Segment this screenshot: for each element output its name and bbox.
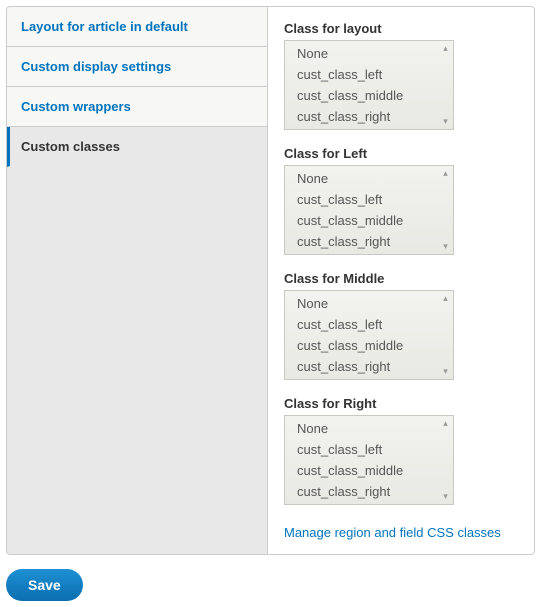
field-class-for-layout: Class for layout ▴ None cust_class_left … <box>284 21 518 130</box>
field-label: Class for Left <box>284 146 518 161</box>
tab-content: Class for layout ▴ None cust_class_left … <box>267 7 534 554</box>
field-label: Class for layout <box>284 21 518 36</box>
save-button[interactable]: Save <box>6 569 83 601</box>
scroll-down-icon[interactable]: ▾ <box>441 117 450 126</box>
listbox-class-for-left[interactable]: ▴ None cust_class_left cust_class_middle… <box>284 165 454 255</box>
scroll-up-icon[interactable]: ▴ <box>441 294 450 303</box>
list-item[interactable]: cust_class_right <box>287 106 451 127</box>
tab-custom-classes[interactable]: Custom classes <box>7 127 267 167</box>
list-item[interactable]: cust_class_middle <box>287 460 451 481</box>
scroll-down-icon[interactable]: ▾ <box>441 367 450 376</box>
tab-label: Layout for article in default <box>21 19 188 34</box>
listbox-class-for-layout[interactable]: ▴ None cust_class_left cust_class_middle… <box>284 40 454 130</box>
field-label: Class for Right <box>284 396 518 411</box>
manage-css-classes-link[interactable]: Manage region and field CSS classes <box>284 525 501 540</box>
field-label: Class for Middle <box>284 271 518 286</box>
list-item[interactable]: cust_class_middle <box>287 85 451 106</box>
list-item[interactable]: cust_class_right <box>287 481 451 502</box>
list-item[interactable]: cust_class_left <box>287 439 451 460</box>
scroll-up-icon[interactable]: ▴ <box>441 44 450 53</box>
listbox-options: None cust_class_left cust_class_middle c… <box>285 291 453 379</box>
list-item[interactable]: None <box>287 168 451 189</box>
tab-custom-wrappers[interactable]: Custom wrappers <box>7 87 267 127</box>
scroll-down-icon[interactable]: ▾ <box>441 242 450 251</box>
listbox-class-for-right[interactable]: ▴ None cust_class_left cust_class_middle… <box>284 415 454 505</box>
tab-custom-display-settings[interactable]: Custom display settings <box>7 47 267 87</box>
list-item[interactable]: cust_class_left <box>287 189 451 210</box>
list-item[interactable]: cust_class_right <box>287 231 451 252</box>
field-class-for-left: Class for Left ▴ None cust_class_left cu… <box>284 146 518 255</box>
list-item[interactable]: None <box>287 43 451 64</box>
listbox-options: None cust_class_left cust_class_middle c… <box>285 416 453 504</box>
vertical-tabs: Layout for article in default Custom dis… <box>7 7 267 554</box>
field-class-for-right: Class for Right ▴ None cust_class_left c… <box>284 396 518 505</box>
listbox-options: None cust_class_left cust_class_middle c… <box>285 166 453 254</box>
scroll-up-icon[interactable]: ▴ <box>441 169 450 178</box>
list-item[interactable]: None <box>287 418 451 439</box>
scroll-up-icon[interactable]: ▴ <box>441 419 450 428</box>
list-item[interactable]: None <box>287 293 451 314</box>
list-item[interactable]: cust_class_middle <box>287 335 451 356</box>
tab-label: Custom wrappers <box>21 99 131 114</box>
tab-label: Custom classes <box>21 139 120 154</box>
list-item[interactable]: cust_class_middle <box>287 210 451 231</box>
tab-layout-article[interactable]: Layout for article in default <box>7 7 267 47</box>
settings-panel: Layout for article in default Custom dis… <box>6 6 535 555</box>
list-item[interactable]: cust_class_right <box>287 356 451 377</box>
list-item[interactable]: cust_class_left <box>287 64 451 85</box>
scroll-down-icon[interactable]: ▾ <box>441 492 450 501</box>
listbox-options: None cust_class_left cust_class_middle c… <box>285 41 453 129</box>
tab-label: Custom display settings <box>21 59 171 74</box>
list-item[interactable]: cust_class_left <box>287 314 451 335</box>
listbox-class-for-middle[interactable]: ▴ None cust_class_left cust_class_middle… <box>284 290 454 380</box>
field-class-for-middle: Class for Middle ▴ None cust_class_left … <box>284 271 518 380</box>
